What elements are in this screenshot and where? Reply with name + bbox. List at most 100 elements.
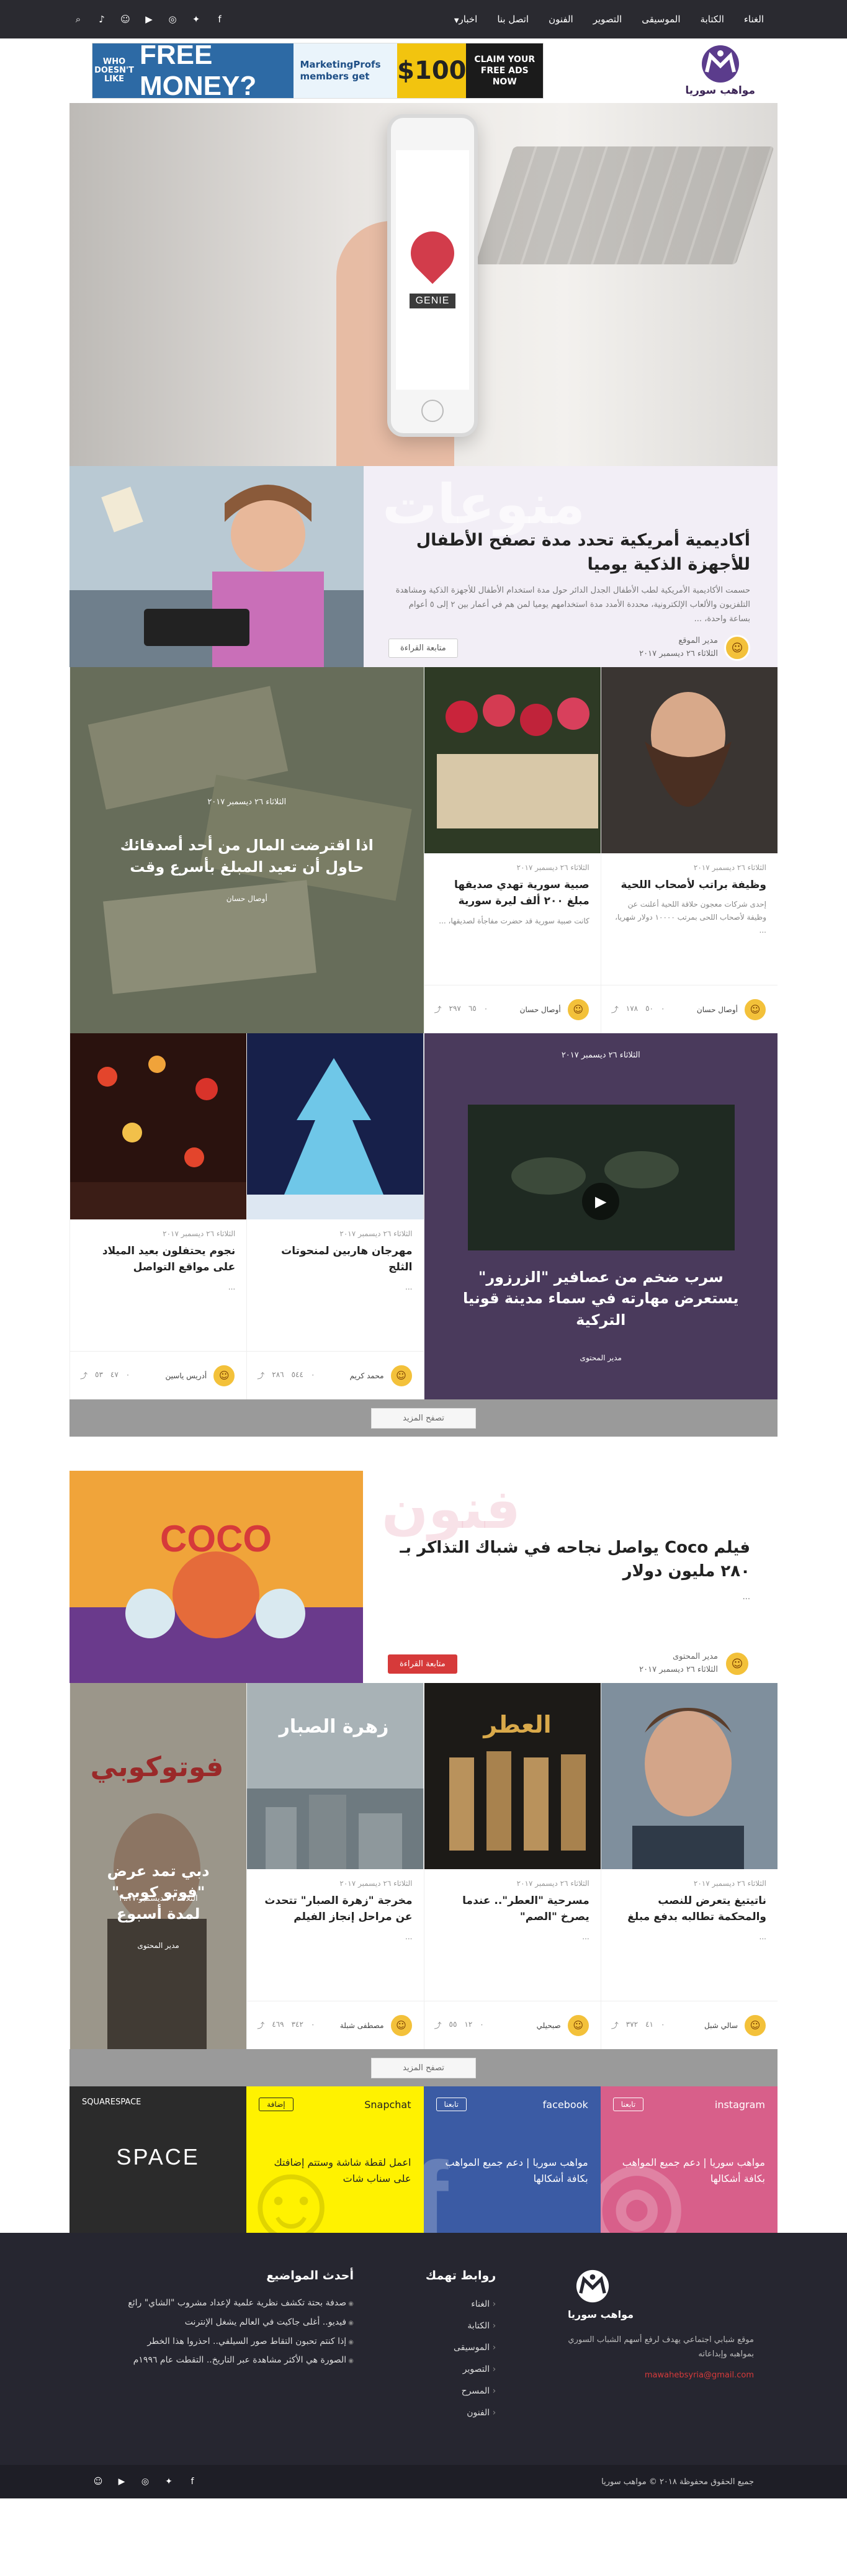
card-title[interactable]: مسرحية "العطر".. عندما يصرخ "الصم": [436, 1893, 589, 1926]
facebook-follow-button[interactable]: تابعنا: [436, 2098, 467, 2111]
load-more-button[interactable]: تصفح المزيد: [371, 2057, 476, 2078]
card-title[interactable]: وظيفة براتب لأصحاب اللحية: [612, 877, 766, 893]
avatar[interactable]: ☺: [212, 1363, 237, 1388]
article-card[interactable]: الثلاثاء ٢٦ ديسمبر ٢٠١٧ نجوم يحتفلون بعي…: [69, 1033, 247, 1399]
footer-link[interactable]: الموسيقى: [426, 2337, 496, 2359]
author-name[interactable]: أدريس ياسين: [166, 1371, 207, 1380]
article-card[interactable]: العطر الثلاثاء ٢٦ ديسمبر ٢٠١٧ مسرحية "ال…: [423, 1683, 601, 2049]
card-title[interactable]: صبية سورية تهدي صديقها مبلغ ٢٠٠ ألف ليرة…: [436, 877, 589, 910]
overlay-author[interactable]: مدير المحتوى: [424, 1353, 778, 1362]
author-name[interactable]: صبحيلي: [537, 2021, 561, 2030]
card-thumbnail[interactable]: زهرة الصبار: [247, 1683, 424, 1869]
card-thumbnail[interactable]: [601, 1683, 778, 1869]
overlay-title[interactable]: سرب ضخم من عصافير "الزرزور" يستعرض مهارت…: [424, 1267, 778, 1331]
share-icon[interactable]: ⤴: [434, 1004, 442, 1015]
footer-link[interactable]: الغناء: [426, 2294, 496, 2315]
card-title[interactable]: نجوم يحتفلون بعيد الميلاد على مواقع التو…: [81, 1243, 235, 1276]
nav-item-music[interactable]: الموسيقى: [632, 14, 690, 25]
facebook-icon[interactable]: f: [215, 14, 225, 25]
youtube-icon[interactable]: ▶: [117, 2477, 127, 2487]
search-icon[interactable]: ⌕: [73, 14, 83, 25]
footer-link[interactable]: الكتابة: [426, 2315, 496, 2337]
recent-post-link[interactable]: إذا كنتم تحبون التقاط صور السيلفي.. احذر…: [93, 2332, 354, 2351]
hero-image[interactable]: GENIE: [69, 103, 778, 466]
article-card[interactable]: الثلاثاء ٢٦ ديسمبر ٢٠١٧ ناتيتيغ يتعرض لل…: [600, 1683, 778, 2049]
nav-item-arts[interactable]: الفنون: [539, 14, 583, 25]
avatar[interactable]: ☺: [743, 997, 768, 1022]
card-title[interactable]: ناتيتيغ يتعرض للنصب والمحكمة تطالبه بدفع…: [612, 1893, 766, 1926]
youtube-icon[interactable]: ▶: [144, 14, 154, 25]
overlay-article-card[interactable]: اذا اقترضت المال من أحد أصدقائك حاول أن …: [69, 667, 424, 1033]
footer-link[interactable]: الفنون: [426, 2402, 496, 2424]
card-thumbnail[interactable]: [70, 1033, 247, 1219]
avatar[interactable]: ☺: [565, 997, 591, 1022]
footer-logo[interactable]: مواهب سوريا: [568, 2269, 754, 2324]
featured-image[interactable]: [69, 466, 364, 667]
read-more-button[interactable]: متابعة القراءة: [388, 638, 458, 658]
recent-post-link[interactable]: الصورة هي الأكثر مشاهدة عبر التاريخ.. ال…: [93, 2351, 354, 2370]
card-title[interactable]: مهرجان هاربين لمنحوتات الثلج: [258, 1243, 412, 1276]
author-name[interactable]: محمد كريم: [350, 1371, 384, 1380]
author-name[interactable]: أوصال حسان: [520, 1005, 561, 1014]
nav-item-writing[interactable]: الكتابة: [691, 14, 734, 25]
snapchat-widget[interactable]: Snapchat إضافة اعمل لقطة شاشة وستتم إضاف…: [246, 2086, 424, 2233]
nav-item-news[interactable]: اخبار▼: [441, 14, 487, 25]
featured-image[interactable]: COCO: [69, 1471, 363, 1683]
share-icon[interactable]: ⤴: [257, 2020, 264, 2031]
bell-icon[interactable]: ♪: [97, 14, 107, 25]
snapchat-add-button[interactable]: إضافة: [259, 2098, 294, 2111]
sidebar-ad-widget[interactable]: SQUARESPACE SPACE: [69, 2086, 247, 2233]
author-name[interactable]: سالي شبل: [704, 2021, 738, 2030]
nav-item-contact[interactable]: اتصل بنا: [487, 14, 539, 25]
avatar[interactable]: ☺: [724, 635, 750, 661]
share-icon[interactable]: ⤴: [611, 1004, 619, 1015]
featured-title[interactable]: أكاديمية أمريكية تحدد مدة تصفح الأطفال ل…: [388, 528, 750, 577]
site-logo[interactable]: مواهب سوريا: [685, 45, 755, 97]
footer-email[interactable]: mawahebsyria@gmail.com: [568, 2368, 754, 2382]
instagram-widget[interactable]: instagram تابعنا مواهب سوريا | دعم جميع …: [600, 2086, 778, 2233]
author-name[interactable]: مدير المحتوى: [639, 1651, 718, 1664]
facebook-widget[interactable]: facebook تابعنا مواهب سوريا | دعم جميع ا…: [423, 2086, 601, 2233]
user-icon[interactable]: ☺: [93, 2477, 103, 2487]
card-thumbnail[interactable]: العطر: [424, 1683, 601, 1869]
avatar[interactable]: ☺: [388, 2013, 414, 2038]
video-article-card[interactable]: الثلاثاء ٢٦ ديسمبر ٢٠١٧ ▶ سرب ضخم من عصا…: [423, 1033, 778, 1399]
share-icon[interactable]: ⤴: [257, 1370, 264, 1381]
footer-link[interactable]: المسرح: [426, 2381, 496, 2402]
card-thumbnail[interactable]: [424, 667, 601, 853]
instagram-follow-button[interactable]: تابعنا: [612, 2098, 644, 2111]
article-card[interactable]: الثلاثاء ٢٦ ديسمبر ٢٠١٧ وظيفة براتب لأصح…: [600, 667, 778, 1033]
share-icon[interactable]: ⤴: [611, 2020, 619, 2031]
card-thumbnail[interactable]: [247, 1033, 424, 1219]
article-card[interactable]: الثلاثاء ٢٦ ديسمبر ٢٠١٧ مهرجان هاربين لم…: [246, 1033, 424, 1399]
author-name[interactable]: مدير الموقع: [639, 635, 718, 648]
avatar[interactable]: ☺: [388, 1363, 414, 1388]
author-name[interactable]: مصطفى شبلة: [340, 2021, 384, 2030]
article-card[interactable]: الثلاثاء ٢٦ ديسمبر ٢٠١٧ صبية سورية تهدي …: [423, 667, 601, 1033]
recent-post-link[interactable]: صدفة بحتة تكشف نظرية علمية لإعداد مشروب …: [93, 2294, 354, 2313]
nav-item-singing[interactable]: الغناء: [734, 14, 774, 25]
overlay-title[interactable]: اذا اقترضت المال من أحد أصدقائك حاول أن …: [70, 835, 424, 878]
user-icon[interactable]: ☺: [120, 14, 130, 25]
overlay-author[interactable]: مدير المحتوى: [70, 1941, 246, 1950]
avatar[interactable]: ☺: [724, 1651, 750, 1677]
overlay-author[interactable]: أوصال حسان: [70, 894, 424, 903]
share-icon[interactable]: ⤴: [434, 2020, 442, 2031]
overlay-article-card[interactable]: فوتوكوبي دبي تمد عرض "فوتو كوبي" لمدة أس…: [69, 1683, 247, 2049]
featured-title[interactable]: فيلم Coco يواصل نجاحه في شباك التذاكر بـ…: [388, 1537, 750, 1583]
load-more-button[interactable]: تصفح المزيد: [371, 1407, 476, 1429]
header-ad-banner[interactable]: WHO DOESN'T LIKE FREE MONEY? MarketingPr…: [92, 43, 544, 99]
facebook-icon[interactable]: f: [187, 2477, 197, 2487]
overlay-title[interactable]: دبي تمد عرض "فوتو كوبي" لمدة أسبوع: [70, 1860, 246, 1925]
avatar[interactable]: ☺: [565, 2013, 591, 2038]
footer-link[interactable]: التصوير: [426, 2359, 496, 2381]
read-more-button[interactable]: متابعة القراءة: [388, 1654, 457, 1674]
card-thumbnail[interactable]: [601, 667, 778, 853]
nav-item-photography[interactable]: التصوير: [583, 14, 632, 25]
instagram-icon[interactable]: ◎: [168, 14, 177, 25]
recent-post-link[interactable]: فيديو.. أغلى جاكيت في العالم يشغل الإنتر…: [93, 2313, 354, 2332]
instagram-icon[interactable]: ◎: [140, 2477, 150, 2487]
article-card[interactable]: زهرة الصبار الثلاثاء ٢٦ ديسمبر ٢٠١٧ مخرج…: [246, 1683, 424, 2049]
avatar[interactable]: ☺: [743, 2013, 768, 2038]
card-title[interactable]: مخرجة "زهرة الصبار" تتحدث عن مراحل إنجاز…: [258, 1893, 412, 1926]
